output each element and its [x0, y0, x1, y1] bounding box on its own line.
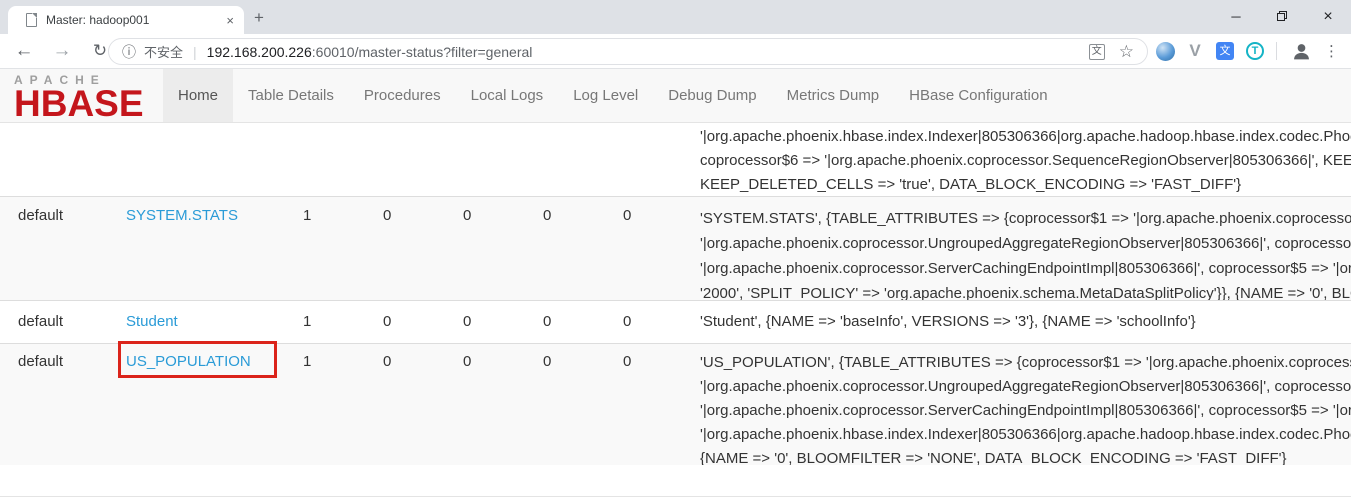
minimize-button[interactable]: ─ — [1213, 0, 1259, 34]
failed-regions-cell: 0 — [463, 207, 471, 224]
nav-item-local-logs[interactable]: Local Logs — [456, 69, 559, 122]
forward-icon[interactable]: → — [48, 34, 76, 68]
nav-item-home[interactable]: Home — [163, 69, 233, 122]
extension-v-icon[interactable]: V — [1180, 41, 1210, 61]
table-row-student: default Student 1 0 0 0 0 'Student', {NA… — [0, 300, 1351, 343]
online-regions-cell: 1 — [303, 353, 311, 370]
nav-menu: Home Table Details Procedures Local Logs… — [163, 69, 1063, 122]
other-regions-cell: 0 — [623, 313, 631, 330]
profile-avatar[interactable] — [1291, 41, 1312, 62]
tab-close-icon[interactable]: × — [226, 13, 234, 28]
browser-window: Master: hadoop001 × + ─ × ← → ↻ ⓘ 不安全 | … — [0, 0, 1351, 502]
tab-title: Master: hadoop001 — [46, 13, 196, 27]
failed-regions-cell: 0 — [463, 313, 471, 330]
table-description: 'Student', {NAME => 'baseInfo', VERSIONS… — [700, 313, 1351, 331]
table-description: 'US_POPULATION', {TABLE_ATTRIBUTES => {c… — [700, 351, 1351, 465]
offline-regions-cell: 0 — [383, 313, 391, 330]
url-host: 192.168.200.226 — [207, 44, 312, 60]
table-row-us-population: default US_POPULATION 1 0 0 0 0 'US_POPU… — [0, 343, 1351, 465]
offline-regions-cell: 0 — [383, 207, 391, 224]
split-regions-cell: 0 — [543, 207, 551, 224]
online-regions-cell: 1 — [303, 313, 311, 330]
security-label: 不安全 — [144, 42, 183, 61]
failed-regions-cell: 0 — [463, 353, 471, 370]
back-icon[interactable]: ← — [10, 34, 38, 68]
namespace-cell: default — [18, 313, 63, 330]
hbase-navbar: APACHE HBASE Home Table Details Procedur… — [0, 69, 1351, 123]
footer-divider — [0, 496, 1351, 497]
address-bar[interactable]: ⓘ 不安全 | 192.168.200.226 :60010/master-st… — [108, 38, 1148, 65]
url-separator: | — [193, 44, 197, 60]
extension-sphere-icon[interactable] — [1150, 42, 1180, 61]
close-button[interactable]: × — [1305, 0, 1351, 34]
table-description: '|org.apache.phoenix.hbase.index.Indexer… — [700, 125, 1351, 196]
browser-tab[interactable]: Master: hadoop001 × — [8, 6, 244, 34]
namespace-cell: default — [18, 207, 63, 224]
extension-translate-icon[interactable]: 文 — [1210, 42, 1240, 60]
page-favicon-icon — [26, 13, 37, 27]
table-link-us-population[interactable]: US_POPULATION — [126, 353, 251, 370]
browser-toolbar: ← → ↻ ⓘ 不安全 | 192.168.200.226 :60010/mas… — [0, 34, 1351, 69]
nav-item-procedures[interactable]: Procedures — [349, 69, 456, 122]
nav-item-metrics-dump[interactable]: Metrics Dump — [772, 69, 895, 122]
online-regions-cell: 1 — [303, 207, 311, 224]
namespace-cell: default — [18, 353, 63, 370]
split-regions-cell: 0 — [543, 313, 551, 330]
nav-item-hbase-configuration[interactable]: HBase Configuration — [894, 69, 1062, 122]
extension-t-icon[interactable]: T — [1240, 42, 1270, 60]
nav-item-log-level[interactable]: Log Level — [558, 69, 653, 122]
logo-hbase-text: HBASE — [14, 87, 169, 120]
table-row-partial: '|org.apache.phoenix.hbase.index.Indexer… — [0, 124, 1351, 196]
extensions-area: V 文 T ⋮ — [1150, 34, 1351, 68]
table-link-student[interactable]: Student — [126, 313, 178, 330]
nav-item-table-details[interactable]: Table Details — [233, 69, 349, 122]
nav-item-debug-dump[interactable]: Debug Dump — [653, 69, 771, 122]
table-description: 'SYSTEM.STATS', {TABLE_ATTRIBUTES => {co… — [700, 206, 1351, 300]
toolbar-separator — [1276, 42, 1277, 60]
restore-button[interactable] — [1259, 0, 1305, 34]
info-icon[interactable]: ⓘ — [122, 42, 136, 62]
bookmark-star-icon[interactable]: ☆ — [1119, 42, 1134, 62]
window-controls: ─ × — [1213, 0, 1351, 34]
url-path: :60010/master-status?filter=general — [312, 44, 533, 60]
new-tab-button[interactable]: + — [254, 8, 264, 28]
table-link-system-stats[interactable]: SYSTEM.STATS — [126, 207, 238, 224]
menu-dots-icon[interactable]: ⋮ — [1324, 42, 1339, 60]
split-regions-cell: 0 — [543, 353, 551, 370]
table-row-system-stats: default SYSTEM.STATS 1 0 0 0 0 'SYSTEM.S… — [0, 196, 1351, 300]
other-regions-cell: 0 — [623, 353, 631, 370]
hbase-logo[interactable]: APACHE HBASE — [14, 73, 169, 120]
translate-page-icon[interactable]: 文 — [1089, 44, 1105, 60]
offline-regions-cell: 0 — [383, 353, 391, 370]
browser-titlebar: Master: hadoop001 × + ─ × — [0, 0, 1351, 34]
restore-icon — [1277, 11, 1287, 21]
other-regions-cell: 0 — [623, 207, 631, 224]
